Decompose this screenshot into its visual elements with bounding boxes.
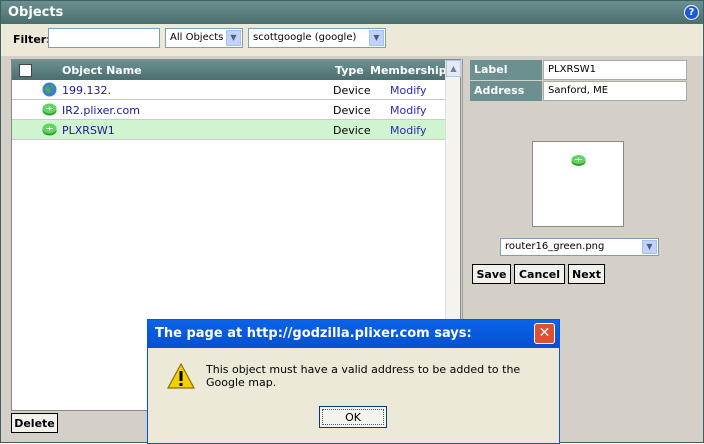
chevron-down-icon: ▼ — [226, 30, 241, 46]
ok-button[interactable]: OK — [319, 406, 387, 428]
address-key: Address — [470, 81, 542, 101]
alert-dialog: The page at http://godzilla.plixer.com s… — [147, 319, 560, 444]
account-select[interactable]: scottgoogle (google) ▼ — [248, 28, 386, 48]
filter-input[interactable] — [48, 28, 160, 48]
icon-file-select[interactable]: router16_green.png ▼ — [500, 238, 659, 256]
cancel-button[interactable]: Cancel — [514, 264, 565, 284]
next-button[interactable]: Next — [568, 264, 605, 284]
modify-link[interactable]: Modify — [390, 124, 426, 137]
object-type-select[interactable]: All Objects ▼ — [165, 28, 243, 48]
label-key: Label — [470, 60, 542, 80]
column-header-membership[interactable]: Membership — [370, 64, 447, 77]
row-name: IR2.plixer.com — [62, 104, 140, 117]
row-type: Device — [333, 124, 371, 137]
modify-link[interactable]: Modify — [390, 104, 426, 117]
window-titlebar: Objects ? — [1, 1, 703, 24]
chevron-down-icon: ▼ — [369, 30, 384, 46]
account-value: scottgoogle (google) — [253, 32, 357, 43]
router-icon — [571, 155, 586, 166]
table-row[interactable]: PLXRSW1 Device Modify — [12, 120, 446, 140]
chevron-down-icon: ▼ — [642, 240, 657, 254]
objects-window: Objects ? Filter: All Objects ▼ scottgoo… — [0, 0, 704, 444]
delete-button[interactable]: Delete — [11, 413, 58, 433]
object-type-value: All Objects — [170, 32, 224, 43]
column-header-name[interactable]: Object Name — [62, 64, 142, 77]
filter-label: Filter: — [13, 33, 51, 46]
icon-file-value: router16_green.png — [505, 241, 605, 252]
column-header-type[interactable]: Type — [335, 64, 364, 77]
dialog-message: This object must have a valid address to… — [206, 363, 521, 389]
save-button[interactable]: Save — [472, 264, 511, 284]
dialog-title: The page at http://godzilla.plixer.com s… — [155, 326, 472, 341]
router-icon — [42, 123, 57, 136]
list-header: Object Name Type Membership — [12, 60, 447, 80]
address-field[interactable]: Sanford, ME — [543, 81, 687, 101]
warning-icon — [166, 362, 196, 389]
help-icon[interactable]: ? — [684, 5, 699, 20]
globe-icon — [42, 82, 57, 97]
filter-bar: Filter: All Objects ▼ scottgoogle (googl… — [1, 24, 703, 56]
label-field[interactable]: PLXRSW1 — [543, 60, 687, 80]
window-title: Objects — [8, 5, 64, 20]
icon-preview — [532, 141, 624, 227]
modify-link[interactable]: Modify — [390, 84, 426, 97]
dialog-titlebar: The page at http://godzilla.plixer.com s… — [148, 320, 559, 348]
row-name: PLXRSW1 — [62, 124, 115, 137]
close-icon[interactable]: ✕ — [534, 323, 555, 344]
row-type: Device — [333, 104, 371, 117]
scroll-up-icon[interactable]: ▲ — [446, 60, 461, 77]
row-type: Device — [333, 84, 371, 97]
table-row[interactable]: IR2.plixer.com Device Modify — [12, 100, 446, 120]
row-name: 199.132. — [62, 84, 111, 97]
table-row[interactable]: 199.132. Device Modify — [12, 80, 446, 100]
router-icon — [42, 103, 57, 116]
select-all-checkbox[interactable] — [19, 64, 32, 77]
